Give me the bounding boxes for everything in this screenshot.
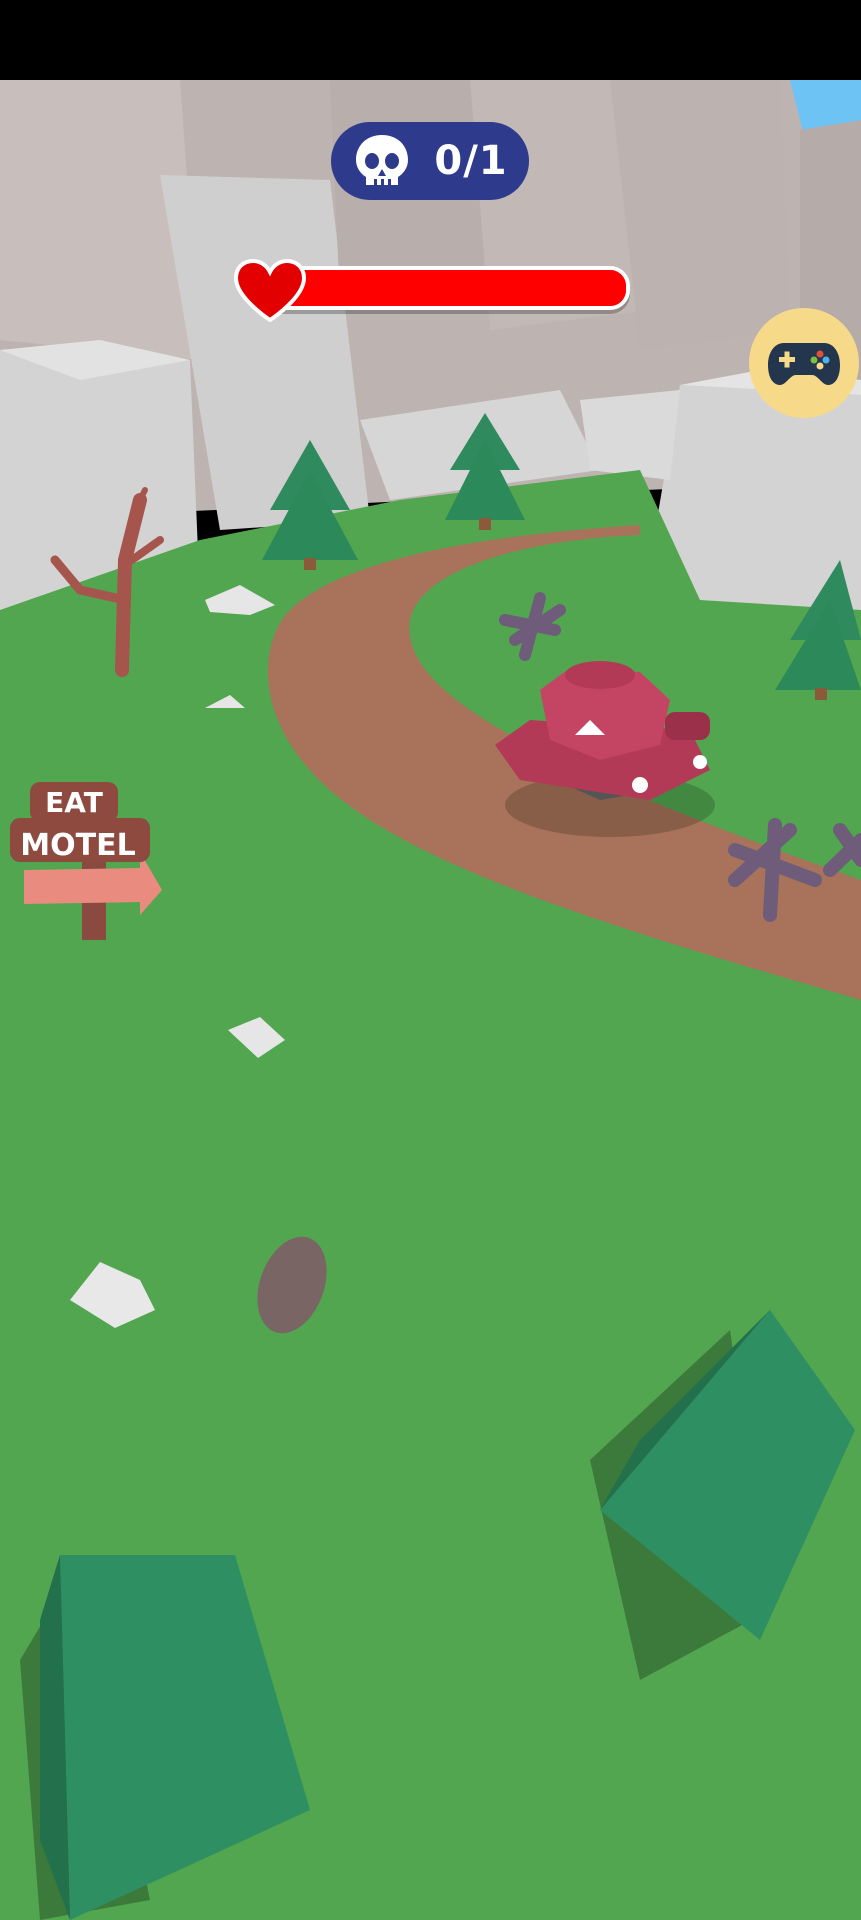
- health-bar: [232, 258, 630, 323]
- skull-icon: [356, 135, 409, 185]
- sign-text-motel: MOTEL: [20, 828, 135, 863]
- status-bar: [0, 0, 861, 80]
- gamepad-button[interactable]: [749, 308, 859, 418]
- gamepad-icon: [768, 343, 840, 385]
- health-track: [262, 266, 630, 310]
- kill-counter: 0/1: [331, 122, 529, 200]
- kill-count-text: 0/1: [434, 138, 508, 184]
- health-fill: [266, 270, 626, 306]
- game-screen[interactable]: EAT MOTEL 0/1: [0, 0, 861, 1920]
- heart-icon: [233, 258, 307, 323]
- sign-text-eat: EAT: [45, 786, 103, 819]
